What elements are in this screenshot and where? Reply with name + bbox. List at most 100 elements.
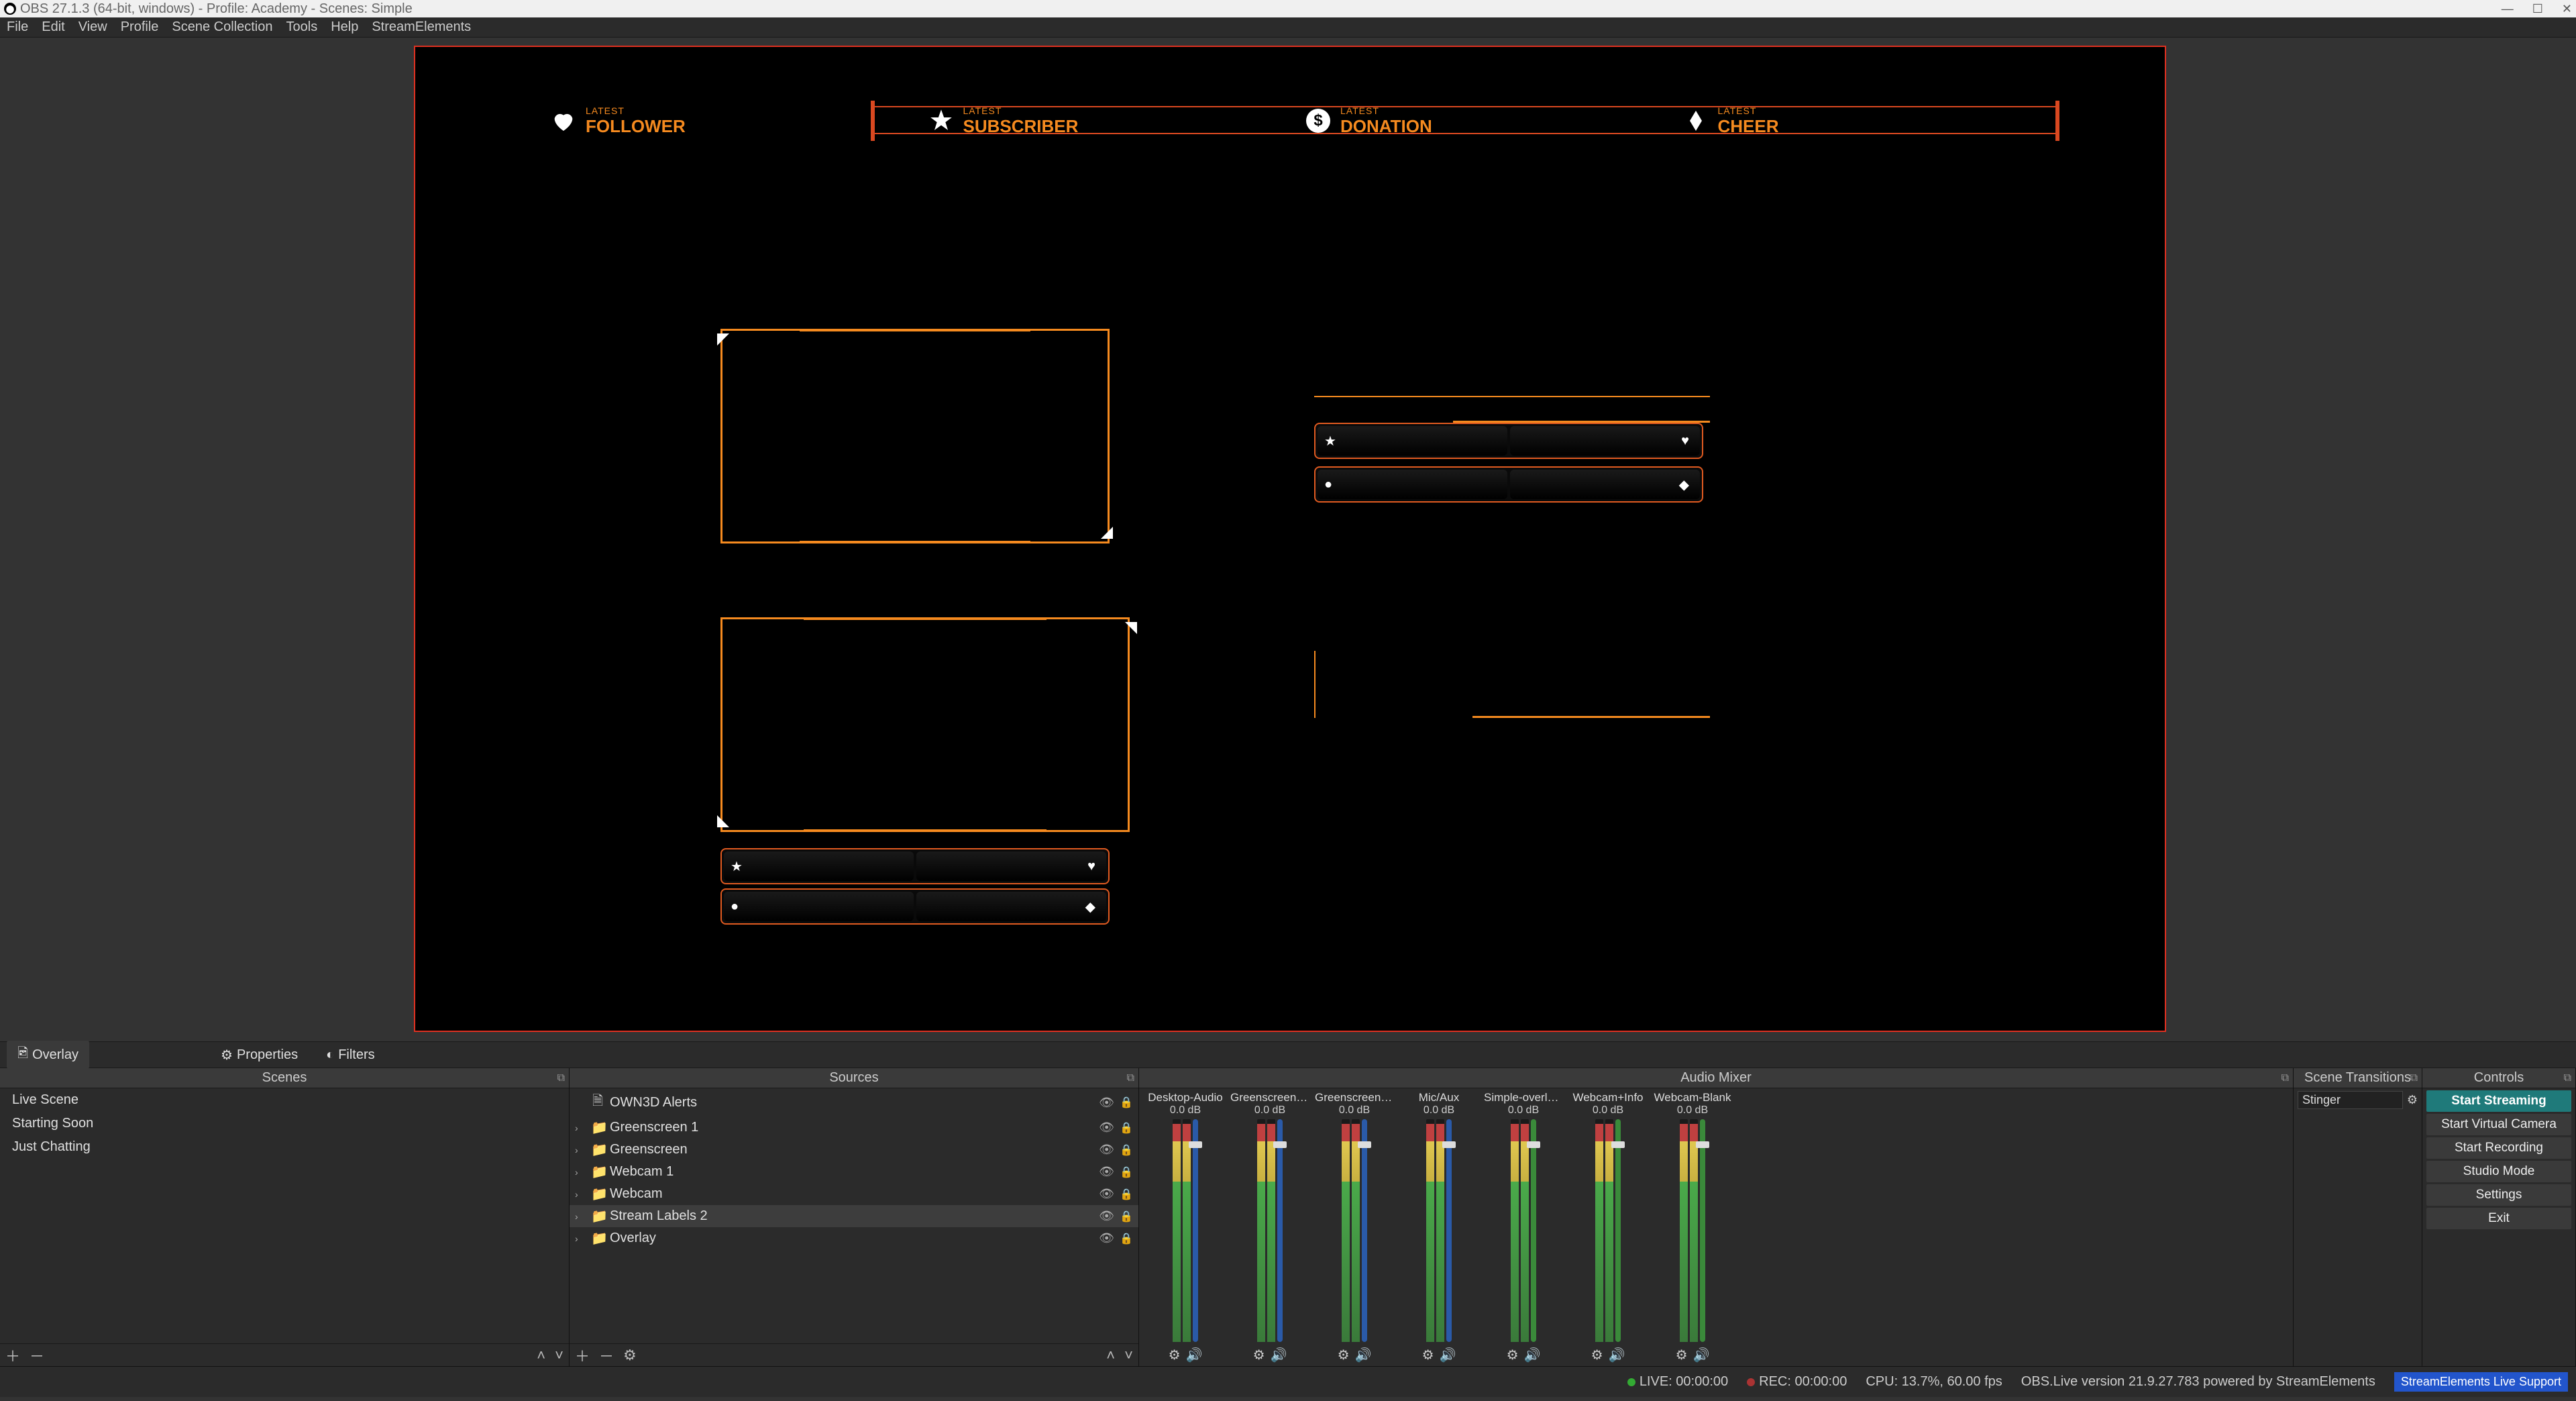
start-virtual-camera-button[interactable]: Start Virtual Camera <box>2426 1114 2571 1135</box>
add-source-button[interactable]: ＋ <box>575 1345 590 1366</box>
start-recording-button[interactable]: Start Recording <box>2426 1137 2571 1159</box>
channel-settings-button[interactable]: ⚙ <box>1169 1347 1181 1363</box>
settings-button[interactable]: Settings <box>2426 1184 2571 1206</box>
menu-streamelements[interactable]: StreamElements <box>372 19 471 35</box>
source-row[interactable]: ›📁Greenscreen 1👁🔒 <box>570 1117 1138 1139</box>
channel-mute-button[interactable]: 🔊 <box>1693 1347 1710 1363</box>
heart-icon <box>549 107 578 135</box>
menu-view[interactable]: View <box>78 19 107 35</box>
stream-label-bar[interactable]: ★♥ <box>720 848 1110 884</box>
channel-mute-button[interactable]: 🔊 <box>1355 1347 1372 1363</box>
scene-item[interactable]: Just Chatting <box>0 1135 569 1159</box>
lock-toggle[interactable]: 🔒 <box>1120 1232 1133 1245</box>
source-type-icon: 📁 <box>591 1186 604 1202</box>
scene-item[interactable]: Starting Soon <box>0 1112 569 1135</box>
popout-icon[interactable]: ⧉ <box>2410 1072 2418 1084</box>
visibility-toggle[interactable]: 👁 <box>1099 1231 1114 1245</box>
lock-toggle[interactable]: 🔒 <box>1120 1165 1133 1179</box>
webcam-frame-2[interactable] <box>720 617 1130 832</box>
menu-help[interactable]: Help <box>331 19 358 35</box>
channel-settings-button[interactable]: ⚙ <box>1338 1347 1350 1363</box>
channel-settings-button[interactable]: ⚙ <box>1253 1347 1265 1363</box>
source-row[interactable]: ›📁Webcam 1👁🔒 <box>570 1161 1138 1183</box>
overlay-chip[interactable]: 🖻Overlay <box>7 1041 89 1069</box>
source-row[interactable]: ›📁Overlay👁🔒 <box>570 1227 1138 1249</box>
scene-item[interactable]: Live Scene <box>0 1088 569 1112</box>
support-button[interactable]: StreamElements Live Support <box>2394 1372 2568 1392</box>
source-type-icon: 📁 <box>591 1230 604 1247</box>
volume-slider[interactable] <box>1446 1119 1452 1342</box>
channel-settings-button[interactable]: ⚙ <box>1507 1347 1519 1363</box>
source-row[interactable]: ›📁Stream Labels 2👁🔒 <box>570 1205 1138 1227</box>
visibility-toggle[interactable]: 👁 <box>1099 1165 1114 1179</box>
source-type-icon: 📁 <box>591 1163 604 1180</box>
channel-mute-button[interactable]: 🔊 <box>1271 1347 1287 1363</box>
transition-select[interactable]: Stinger <box>2298 1091 2403 1109</box>
minimize-button[interactable]: — <box>2502 2 2514 16</box>
source-row[interactable]: ›📁Webcam👁🔒 <box>570 1183 1138 1205</box>
visibility-toggle[interactable]: 👁 <box>1099 1187 1114 1201</box>
lock-toggle[interactable]: 🔒 <box>1120 1143 1133 1157</box>
channel-settings-button[interactable]: ⚙ <box>1422 1347 1434 1363</box>
preview-canvas[interactable]: LATESTFOLLOWER LATESTSUBSCRIBER $ LATEST… <box>414 46 2166 1032</box>
source-up-button[interactable]: ˄ <box>1106 1347 1115 1364</box>
popout-icon[interactable]: ⧉ <box>557 1072 565 1084</box>
channel-settings-button[interactable]: ⚙ <box>1591 1347 1603 1363</box>
status-live: LIVE: 00:00:00 <box>1627 1374 1728 1390</box>
volume-slider[interactable] <box>1277 1119 1283 1342</box>
preview-area: LATESTFOLLOWER LATESTSUBSCRIBER $ LATEST… <box>0 38 2576 1068</box>
remove-scene-button[interactable]: － <box>30 1345 44 1366</box>
popout-icon[interactable]: ⧉ <box>2564 1072 2571 1084</box>
properties-button[interactable]: ⚙Properties <box>210 1044 309 1066</box>
visibility-toggle[interactable]: 👁 <box>1099 1143 1114 1157</box>
stream-label-bar[interactable]: ●◆ <box>1314 466 1703 503</box>
channel-mute-button[interactable]: 🔊 <box>1524 1347 1541 1363</box>
source-row[interactable]: 🗎OWN3D Alerts👁🔒 <box>570 1088 1138 1117</box>
stream-label-bar[interactable]: ●◆ <box>720 888 1110 925</box>
lock-toggle[interactable]: 🔒 <box>1120 1188 1133 1201</box>
source-name: Greenscreen 1 <box>610 1120 1093 1135</box>
scene-down-button[interactable]: ˅ <box>555 1347 564 1364</box>
menu-scene-collection[interactable]: Scene Collection <box>172 19 272 35</box>
lock-toggle[interactable]: 🔒 <box>1120 1121 1133 1135</box>
channel-mute-button[interactable]: 🔊 <box>1440 1347 1456 1363</box>
menu-tools[interactable]: Tools <box>286 19 318 35</box>
webcam-frame-1[interactable] <box>720 329 1110 543</box>
scene-up-button[interactable]: ˄ <box>537 1347 545 1364</box>
transition-settings-button[interactable]: ⚙ <box>2407 1093 2418 1107</box>
menu-profile[interactable]: Profile <box>121 19 159 35</box>
popout-icon[interactable]: ⧉ <box>1127 1072 1134 1084</box>
volume-slider[interactable] <box>1362 1119 1367 1342</box>
filters-button[interactable]: ◐Filters <box>315 1045 386 1066</box>
add-scene-button[interactable]: ＋ <box>5 1345 20 1366</box>
visibility-toggle[interactable]: 👁 <box>1099 1121 1114 1135</box>
source-name: Greenscreen <box>610 1142 1093 1157</box>
start-streaming-button[interactable]: Start Streaming <box>2426 1090 2571 1112</box>
visibility-toggle[interactable]: 👁 <box>1099 1209 1114 1223</box>
source-down-button[interactable]: ˅ <box>1124 1347 1133 1364</box>
chevron-icon: › <box>575 1211 586 1222</box>
menu-file[interactable]: File <box>7 19 28 35</box>
maximize-button[interactable]: ☐ <box>2532 2 2543 16</box>
volume-slider[interactable] <box>1531 1119 1536 1342</box>
source-row[interactable]: ›📁Greenscreen👁🔒 <box>570 1139 1138 1161</box>
lock-toggle[interactable]: 🔒 <box>1120 1096 1133 1109</box>
studio-mode-button[interactable]: Studio Mode <box>2426 1161 2571 1182</box>
close-button[interactable]: ✕ <box>2562 2 2572 16</box>
corner-handle-icon <box>717 333 729 346</box>
titlebar: ⬤ OBS 27.1.3 (64-bit, windows) - Profile… <box>0 0 2576 17</box>
exit-button[interactable]: Exit <box>2426 1208 2571 1229</box>
menu-edit[interactable]: Edit <box>42 19 64 35</box>
source-settings-button[interactable]: ⚙ <box>623 1347 637 1364</box>
volume-slider[interactable] <box>1615 1119 1621 1342</box>
visibility-toggle[interactable]: 👁 <box>1099 1096 1114 1110</box>
volume-slider[interactable] <box>1193 1119 1198 1342</box>
popout-icon[interactable]: ⧉ <box>2282 1072 2289 1084</box>
channel-mute-button[interactable]: 🔊 <box>1609 1347 1625 1363</box>
stream-label-bar[interactable]: ★♥ <box>1314 423 1703 459</box>
lock-toggle[interactable]: 🔒 <box>1120 1210 1133 1223</box>
remove-source-button[interactable]: － <box>599 1345 614 1366</box>
volume-slider[interactable] <box>1700 1119 1705 1342</box>
channel-settings-button[interactable]: ⚙ <box>1676 1347 1688 1363</box>
channel-mute-button[interactable]: 🔊 <box>1186 1347 1203 1363</box>
